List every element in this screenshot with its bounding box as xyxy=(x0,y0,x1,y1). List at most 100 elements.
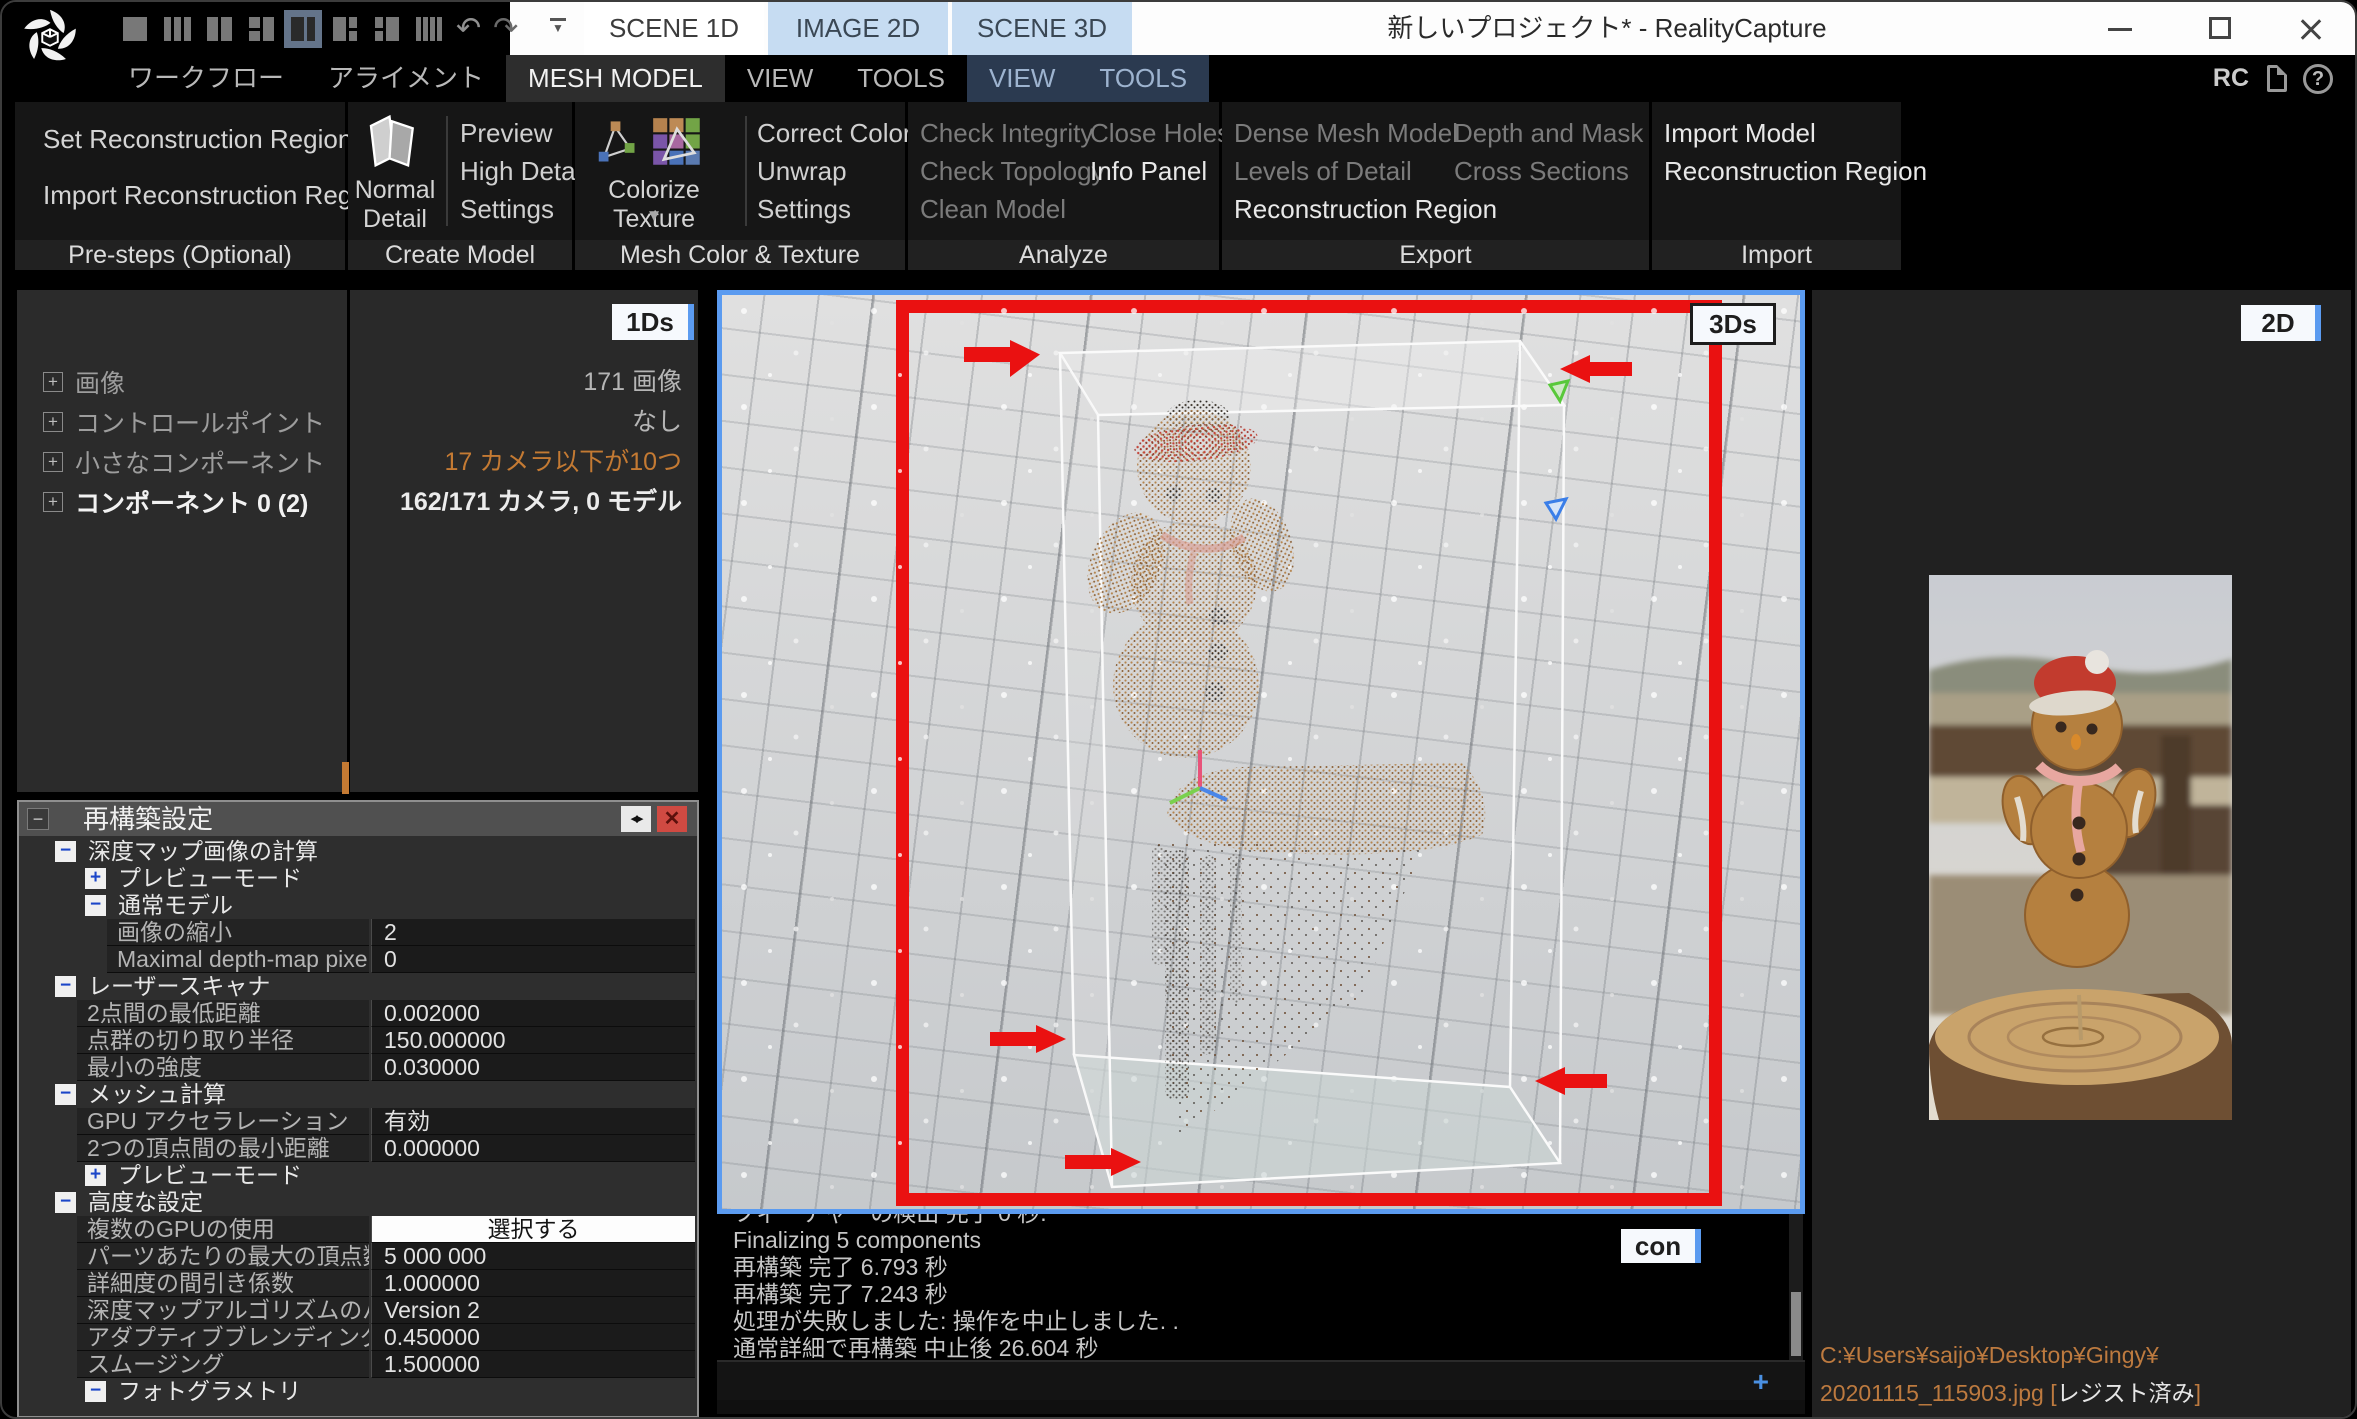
ribbon-command[interactable]: Import Model xyxy=(1664,114,1927,152)
expander-icon[interactable]: − xyxy=(55,1192,76,1213)
settings-row[interactable]: − 通常モデル xyxy=(19,892,697,919)
settings-row[interactable]: − メッシュ計算 xyxy=(19,1081,697,1108)
expander-icon[interactable]: + xyxy=(85,1165,106,1186)
view-tab[interactable]: IMAGE 2D xyxy=(768,2,948,55)
close-panel-icon[interactable]: ✕ xyxy=(657,806,687,832)
settings-row[interactable]: − レーザースキャナ xyxy=(19,973,697,1000)
collapse-icon[interactable]: − xyxy=(27,808,49,830)
texture-icon[interactable] xyxy=(651,116,703,168)
undo-icon[interactable]: ↶ xyxy=(456,14,481,44)
layout-single-icon[interactable] xyxy=(120,14,150,44)
ribbon-pin-icon[interactable]: ▼ xyxy=(550,18,566,33)
view-badge-console[interactable]: con xyxy=(1621,1229,1701,1263)
ribbon-command[interactable]: Reconstruction Region xyxy=(1234,190,1497,228)
expander-icon[interactable]: − xyxy=(55,841,76,862)
setting-value[interactable]: 0 xyxy=(371,946,695,973)
set-reconstruction-region-button[interactable]: Set Reconstruction Region ▾ xyxy=(43,118,369,160)
settings-row[interactable]: 点群の切り取り半径 150.000000 xyxy=(19,1027,697,1054)
setting-value[interactable]: 5 000 000 xyxy=(371,1243,695,1270)
ribbon-command[interactable]: Check Integrity xyxy=(920,114,1105,152)
ribbon-command[interactable]: Reconstruction Region xyxy=(1664,152,1927,190)
expander-icon[interactable]: − xyxy=(85,1381,106,1402)
normal-detail-label[interactable]: Normal Detail xyxy=(350,176,440,234)
settings-row[interactable]: 複数のGPUの使用 選択する xyxy=(19,1216,697,1243)
layout-main-left-icon[interactable] xyxy=(288,14,318,44)
layout-four-columns-icon[interactable] xyxy=(414,14,444,44)
normal-detail-icon[interactable] xyxy=(364,112,422,170)
settings-header[interactable]: − 再構築設定 ◂▸ ✕ xyxy=(19,802,697,836)
menu-item[interactable]: アライメント xyxy=(306,55,506,102)
close-button[interactable] xyxy=(2270,2,2348,55)
settings-row[interactable]: 画像の縮小 2 xyxy=(19,919,697,946)
chevron-down-icon[interactable]: ▼ xyxy=(575,206,733,226)
console-input[interactable]: + xyxy=(717,1360,1805,1400)
ribbon-command[interactable]: Depth and Mask xyxy=(1454,114,1643,152)
settings-row[interactable]: パーツあたりの最大の頂点数 5 000 000 xyxy=(19,1243,697,1270)
view-badge-1ds[interactable]: 1Ds xyxy=(612,304,694,340)
scene-3d-viewport[interactable]: 3Ds xyxy=(717,290,1805,1214)
settings-row[interactable]: − 高度な設定 xyxy=(19,1189,697,1216)
ribbon-command[interactable]: Cross Sections xyxy=(1454,152,1643,190)
ribbon-command[interactable]: Settings xyxy=(460,190,587,228)
layout-two-columns-icon[interactable] xyxy=(204,14,234,44)
layout-grid-icon[interactable] xyxy=(330,14,360,44)
menu-item[interactable]: TOOLS xyxy=(835,55,967,102)
tree-item[interactable]: + 小さなコンポーネント xyxy=(17,442,347,482)
ribbon-command[interactable]: Info Panel xyxy=(1090,152,1230,190)
setting-value[interactable]: 0.002000 xyxy=(371,1000,695,1027)
dock-icon[interactable]: ◂▸ xyxy=(621,806,651,832)
settings-row[interactable]: 2点間の最低距離 0.002000 xyxy=(19,1000,697,1027)
setting-value[interactable]: 150.000000 xyxy=(371,1027,695,1054)
settings-row[interactable]: 最小の強度 0.030000 xyxy=(19,1054,697,1081)
console-panel[interactable]: フィーチャーの検出 完了 0 秒.Finalizing 5 components… xyxy=(717,1214,1805,1360)
document-icon[interactable] xyxy=(2267,65,2287,92)
setting-value[interactable]: 1.500000 xyxy=(371,1351,695,1378)
view-badge-2d[interactable]: 2D xyxy=(2241,305,2321,341)
setting-value[interactable]: 0.030000 xyxy=(371,1054,695,1081)
layout-left-stack-icon[interactable] xyxy=(246,14,276,44)
ribbon-command[interactable]: High Detail xyxy=(460,152,587,190)
import-reconstruction-region-button[interactable]: Import Reconstruction Region xyxy=(43,174,387,216)
settings-row[interactable]: スムージング 1.500000 xyxy=(19,1351,697,1378)
expand-icon[interactable]: + xyxy=(43,372,63,392)
settings-row[interactable]: アダプティブブレンディングの開始 0.450000 xyxy=(19,1324,697,1351)
setting-value[interactable]: 0.000000 xyxy=(371,1135,695,1162)
ribbon-command[interactable]: Clean Model xyxy=(920,190,1105,228)
setting-value[interactable]: Version 2 xyxy=(371,1297,695,1324)
settings-row[interactable]: GPU アクセラレーション 有効 xyxy=(19,1108,697,1135)
settings-row[interactable]: − 深度マップ画像の計算 xyxy=(19,838,697,865)
maximize-button[interactable] xyxy=(2180,2,2260,55)
ribbon-command[interactable]: Unwrap xyxy=(757,152,925,190)
setting-value[interactable]: 0.450000 xyxy=(371,1324,695,1351)
menu-item[interactable]: VIEW xyxy=(725,55,835,102)
ribbon-command[interactable]: Settings xyxy=(757,190,925,228)
setting-value[interactable]: 有効 xyxy=(371,1108,695,1135)
redo-icon[interactable]: ↷ xyxy=(493,14,518,44)
point-cloud-scene[interactable] xyxy=(722,295,1800,1209)
settings-row[interactable]: Maximal depth-map pixels... 0 xyxy=(19,946,697,973)
layout-three-columns-icon[interactable] xyxy=(162,14,192,44)
menu-item[interactable]: ワークフロー xyxy=(106,55,306,102)
ribbon-command[interactable]: Preview xyxy=(460,114,587,152)
settings-row[interactable]: − フォトグラメトリ xyxy=(19,1378,697,1405)
settings-row[interactable]: 深度マップアルゴリズムのバージョン Version 2 xyxy=(19,1297,697,1324)
view-badge-3ds[interactable]: 3Ds xyxy=(1690,303,1776,345)
menu-item[interactable]: TOOLS xyxy=(1077,55,1209,102)
minimize-button[interactable] xyxy=(2080,2,2160,55)
expander-icon[interactable]: − xyxy=(55,1084,76,1105)
settings-row[interactable]: + プレビューモード xyxy=(19,1162,697,1189)
colorize-icon[interactable] xyxy=(589,116,641,168)
add-command-icon[interactable]: + xyxy=(1753,1366,1769,1398)
expander-icon[interactable]: − xyxy=(85,895,106,916)
setting-value[interactable]: 2 xyxy=(371,919,695,946)
setting-value[interactable]: 選択する xyxy=(371,1216,695,1243)
expander-icon[interactable]: + xyxy=(85,868,106,889)
expander-icon[interactable]: − xyxy=(55,976,76,997)
layout-two-over-one-icon[interactable] xyxy=(372,14,402,44)
view-tab[interactable]: SCENE 1D xyxy=(584,2,764,55)
settings-row[interactable]: + プレビューモード xyxy=(19,865,697,892)
console-scrollbar[interactable] xyxy=(1789,1214,1803,1360)
ribbon-command[interactable]: Close Holes xyxy=(1090,114,1230,152)
expand-icon[interactable]: + xyxy=(43,452,63,472)
settings-row[interactable]: 2つの頂点間の最小距離 0.000000 xyxy=(19,1135,697,1162)
